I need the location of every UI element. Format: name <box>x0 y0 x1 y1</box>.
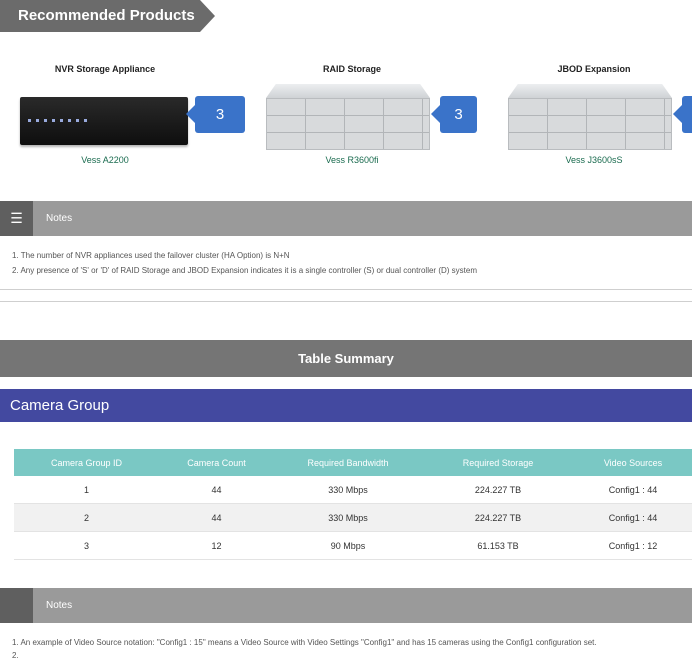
table-row: 3 12 90 Mbps 61.153 TB Config1 : 12 <box>14 531 692 560</box>
product-model-jbod: Vess J3600sS <box>565 155 623 165</box>
table-cell: Config1 : 44 <box>574 503 692 532</box>
table-cell: 224.227 TB <box>422 476 574 504</box>
table-cell: 224.227 TB <box>422 503 574 532</box>
nvr-appliance-image <box>20 97 188 145</box>
table-cell: 2 <box>14 503 159 532</box>
table-cell: Config1 : 12 <box>574 531 692 560</box>
table-cell: 3 <box>14 531 159 560</box>
table-cell: Config1 : 44 <box>574 476 692 504</box>
note-line: 2. Any presence of 'S' or 'D' of RAID St… <box>12 266 477 275</box>
jbod-expansion-image <box>508 84 672 150</box>
table-cell: 1 <box>14 476 159 504</box>
column-header: Required Bandwidth <box>274 449 422 476</box>
column-header: Camera Group ID <box>14 449 159 476</box>
divider <box>0 289 692 290</box>
table-cell: 44 <box>159 476 274 504</box>
note-line: 1. An example of Video Source notation: … <box>12 638 597 647</box>
quantity-badge-jbod <box>673 96 692 133</box>
table-cell: 12 <box>159 531 274 560</box>
column-header: Required Storage <box>422 449 574 476</box>
notes-bar-bottom <box>0 588 692 623</box>
divider <box>0 301 692 302</box>
table-row: 1 44 330 Mbps 224.227 TB Config1 : 44 <box>14 476 692 504</box>
product-name-raid: RAID Storage <box>322 64 381 74</box>
notes-icon-block <box>0 588 33 623</box>
notes-bar-top <box>0 201 692 236</box>
table-cell: 330 Mbps <box>274 503 422 532</box>
product-name-nvr: NVR Storage Appliance <box>54 64 156 74</box>
note-line: 1. The number of NVR appliances used the… <box>12 251 290 260</box>
recommended-products-title: Recommended Products <box>0 0 215 32</box>
notes-title-top: Notes <box>46 213 73 224</box>
table-cell: 90 Mbps <box>274 531 422 560</box>
quantity-badge-nvr: 3 <box>186 96 245 133</box>
raid-storage-image <box>266 84 430 150</box>
table-header-row: Camera Group ID Camera Count Required Ba… <box>14 449 692 476</box>
table-summary-header: Table Summary <box>0 340 692 377</box>
note-line: 2. <box>12 651 19 660</box>
product-model-raid: Vess R3600fi <box>325 155 379 165</box>
column-header: Video Sources <box>574 449 692 476</box>
camera-group-header: Camera Group <box>0 389 692 422</box>
table-cell: 61.153 TB <box>422 531 574 560</box>
table-cell: 330 Mbps <box>274 476 422 504</box>
notes-title-bottom: Notes <box>46 600 73 611</box>
product-model-nvr: Vess A2200 <box>81 155 129 165</box>
column-header: Camera Count <box>159 449 274 476</box>
camera-group-table: Camera Group ID Camera Count Required Ba… <box>14 449 692 560</box>
product-name-jbod: JBOD Expansion <box>557 64 631 74</box>
table-cell: 44 <box>159 503 274 532</box>
list-icon: ☰ <box>0 201 33 236</box>
table-row: 2 44 330 Mbps 224.227 TB Config1 : 44 <box>14 503 692 532</box>
quantity-badge-raid: 3 <box>431 96 477 133</box>
